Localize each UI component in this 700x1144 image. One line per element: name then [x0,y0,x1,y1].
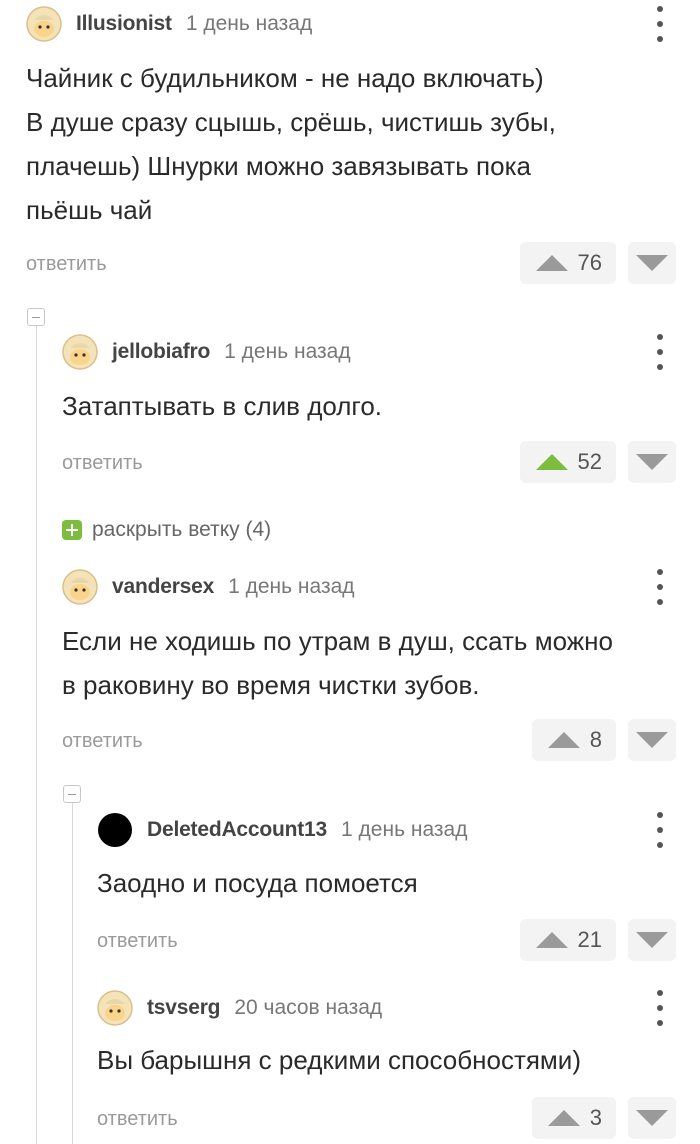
plus-icon [62,520,82,540]
comment-header: vandersex 1 день назад [62,566,355,608]
downvote-arrow-icon [636,454,668,470]
author-name[interactable]: Illusionist [76,12,172,36]
upvote-arrow-icon [547,732,580,748]
expand-branch-button[interactable]: раскрыть ветку (4) [62,518,271,542]
downvote-button[interactable] [628,919,676,961]
vote-count: 52 [577,449,602,474]
comment-time: 20 часов назад [234,996,383,1019]
downvote-arrow-icon [636,255,668,271]
thread-line [36,326,37,1144]
more-menu-icon[interactable] [656,6,664,42]
more-menu-icon[interactable] [656,334,664,370]
downvote-arrow-icon [636,932,668,948]
comment-time: 1 день назад [185,12,313,35]
downvote-button[interactable] [628,242,676,284]
upvote-button[interactable]: 3 [532,1097,616,1139]
comment-text: Заодно и посуда помоется [97,868,418,898]
avatar[interactable] [62,569,98,605]
downvote-button[interactable] [628,719,676,761]
downvote-arrow-icon [636,732,668,748]
reply-link[interactable]: ответить [62,452,143,475]
upvote-arrow-icon [535,932,568,948]
comment-time: 1 день назад [341,818,468,841]
avatar[interactable] [97,990,133,1026]
avatar[interactable] [62,334,98,370]
reply-link[interactable]: ответить [26,253,107,276]
author-name[interactable]: tsvserg [147,996,221,1020]
vote-count: 3 [589,1105,602,1130]
avatar[interactable] [26,6,62,42]
thread-line [72,803,73,1144]
upvote-arrow-icon [535,255,568,271]
vote-count: 8 [589,727,602,752]
more-menu-icon[interactable] [656,990,664,1026]
reply-link[interactable]: ответить [97,1108,178,1131]
upvote-button[interactable]: 21 [520,919,616,961]
more-menu-icon[interactable] [656,812,664,848]
upvote-arrow-icon [535,454,568,470]
collapse-thread-button[interactable] [27,308,45,326]
comment-header: Illusionist 1 день назад [26,3,312,45]
upvote-button[interactable]: 76 [520,242,616,284]
comment-header: DeletedAccount13 1 день назад [97,809,467,851]
expand-branch-label: раскрыть ветку (4) [92,518,272,541]
more-menu-icon[interactable] [656,569,664,605]
comment-header: tsvserg 20 часов назад [97,987,382,1029]
author-name[interactable]: vandersex [112,575,214,599]
avatar[interactable] [98,813,132,847]
comment-time: 1 день назад [224,340,351,363]
upvote-arrow-icon [547,1110,580,1126]
comment-time: 1 день назад [228,575,355,598]
upvote-button[interactable]: 8 [532,719,616,761]
upvote-button[interactable]: 52 [520,441,616,483]
reply-link[interactable]: ответить [62,730,143,753]
downvote-button[interactable] [628,1097,676,1139]
reply-link[interactable]: ответить [97,930,178,953]
collapse-thread-button[interactable] [63,785,81,803]
comment-header: jellobiafro 1 день назад [62,331,351,373]
comment-text: Вы барышня с редкими способностями) [97,1045,581,1075]
comment-text: Чайник с будильником - не надо включать)… [26,63,556,225]
downvote-arrow-icon [636,1110,668,1126]
author-name[interactable]: DeletedAccount13 [147,818,327,842]
vote-count: 21 [577,927,602,952]
downvote-button[interactable] [628,441,676,483]
vote-count: 76 [577,250,602,275]
comment-text: Если не ходишь по утрам в душ, ссать мож… [62,626,613,700]
author-name[interactable]: jellobiafro [112,340,210,364]
comment-text: Затаптывать в слив долго. [62,391,383,421]
